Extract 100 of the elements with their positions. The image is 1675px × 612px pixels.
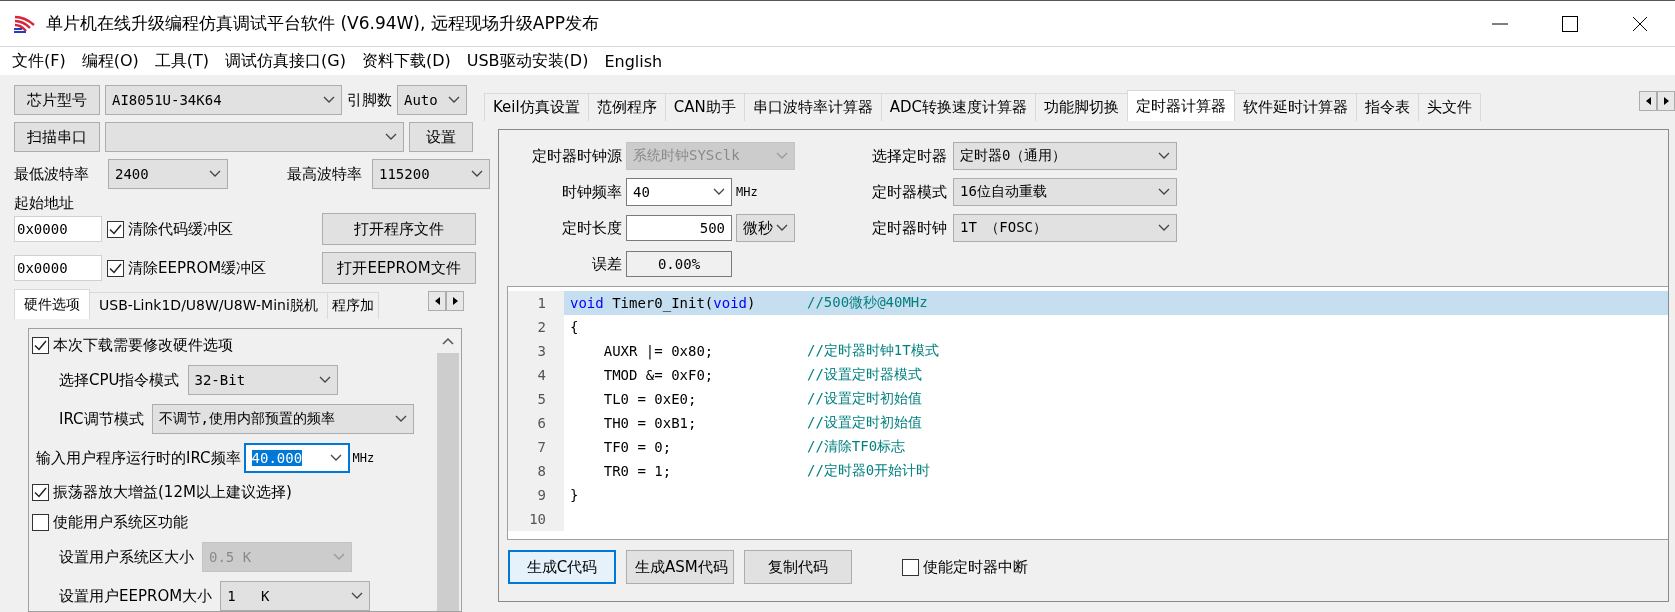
max-baud-select[interactable]: 115200 (372, 159, 490, 189)
port-select[interactable] (105, 122, 404, 152)
settings-button[interactable]: 设置 (409, 122, 473, 152)
option-label: 设置用户系统区大小 (59, 547, 194, 567)
line-number: 3 (508, 339, 564, 363)
chip-model-button[interactable]: 芯片型号 (14, 85, 100, 115)
action-button[interactable]: 生成C代码 (508, 550, 616, 584)
code-line: TMOD &= 0xF0; (602, 367, 715, 383)
maximize-icon (1562, 15, 1578, 32)
tab[interactable]: 程序加 (326, 292, 379, 319)
clear-buffer-checkbox[interactable]: 清除EEPROM缓冲区 (107, 258, 267, 278)
menu-item[interactable]: English (596, 51, 671, 71)
frequency-combo[interactable]: 40 (626, 178, 732, 206)
line-number: 4 (508, 363, 564, 387)
line-number: 10 (508, 507, 564, 531)
code-comment: //定时器0开始计时 (807, 462, 931, 480)
unit-select[interactable]: 微秒 (736, 214, 795, 242)
action-button[interactable]: 生成ASM代码 (626, 550, 734, 584)
field-label: 时钟频率 (561, 182, 622, 202)
menu-item[interactable]: USB驱动安装(D) (458, 50, 597, 72)
clear-buffer-checkbox[interactable]: 清除代码缓冲区 (107, 219, 233, 239)
field-label: 定时长度 (561, 218, 622, 238)
option-checkbox[interactable]: 振荡器放大增益(12M以上建议选择) (32, 483, 292, 502)
tab[interactable]: 硬件选项 (14, 289, 90, 319)
code-comment: //500微秒@40MHz (807, 294, 928, 312)
frequency-combo[interactable]: 40.000 (243, 443, 350, 473)
code-line: { (570, 319, 580, 335)
line-number: 1 (508, 291, 564, 315)
app-logo-icon (12, 13, 36, 34)
code-line: } (570, 487, 580, 503)
code-line: AUXR |= 0x80; (602, 343, 715, 359)
field-label: 误差 (591, 254, 622, 274)
error-readout: 0.00% (626, 251, 732, 277)
timer-interrupt-checkbox[interactable]: 使能定时器中断 (902, 557, 1028, 577)
duration-input[interactable]: 500 (626, 215, 732, 241)
option-label: IRC调节模式 (59, 409, 144, 429)
open-file-button[interactable]: 打开EEPROM文件 (322, 252, 476, 284)
option-select[interactable]: 1 K (220, 581, 371, 611)
scroll-left-button[interactable] (1639, 91, 1657, 111)
code-comment: //设置定时初始值 (807, 414, 922, 432)
option-label: 选择CPU指令模式 (59, 370, 180, 390)
scroll-right-button[interactable] (1657, 91, 1675, 111)
scan-port-button[interactable]: 扫描串口 (14, 122, 100, 152)
min-baud-select[interactable]: 2400 (108, 159, 228, 189)
chevron-down-icon (776, 152, 788, 160)
menu-item[interactable]: 工具(T) (146, 50, 218, 72)
code-line: void Timer0_Init(void) (570, 295, 757, 311)
unit-label: MHz (352, 451, 375, 465)
chevron-down-icon (394, 415, 407, 423)
tab[interactable]: Keil仿真设置 (484, 93, 589, 121)
triangle-right-icon (452, 297, 458, 305)
field-label: 定时器时钟源 (531, 146, 622, 166)
option-select[interactable]: 32-Bit (187, 365, 338, 395)
address-input[interactable]: 0x0000 (14, 255, 102, 281)
scroll-left-button[interactable] (428, 291, 446, 311)
min-baud-label: 最低波特率 (14, 164, 90, 184)
triangle-left-icon (1645, 97, 1651, 105)
chevron-down-icon (776, 224, 788, 232)
max-baud-label: 最高波特率 (286, 164, 363, 184)
chip-model-select[interactable]: AI8051U-34K64 (105, 85, 342, 115)
window-title: 单片机在线升级编程仿真调试平台软件 (V6.94W), 远程现场升级APP发布 (46, 12, 600, 35)
tab[interactable]: 头文件 (1417, 93, 1481, 121)
chevron-down-icon (323, 96, 335, 104)
menu-item[interactable]: 资料下载(D) (353, 50, 459, 72)
code-line: TR0 = 1; (602, 463, 673, 479)
minimize-icon (1492, 22, 1508, 25)
option-checkbox[interactable]: 本次下载需要修改硬件选项 (32, 336, 233, 355)
pin-count-select[interactable]: Auto (397, 85, 467, 115)
triangle-left-icon (434, 297, 440, 305)
line-number: 2 (508, 315, 564, 339)
menu-item[interactable]: 调试仿真接口(G) (217, 50, 354, 72)
scroll-right-button[interactable] (446, 291, 464, 311)
option-checkbox[interactable]: 使能用户系统区功能 (32, 513, 188, 532)
chevron-down-icon (329, 454, 342, 462)
open-file-button[interactable]: 打开程序文件 (322, 213, 476, 245)
chevron-up-icon (442, 337, 454, 345)
code-line: TF0 = 0; (602, 439, 673, 455)
timer-select[interactable]: 定时器0（通用） (953, 142, 1177, 170)
chevron-down-icon (318, 376, 331, 384)
field-label: 定时器模式 (871, 182, 947, 202)
checkmark-icon (34, 340, 47, 351)
checkmark-icon (109, 262, 122, 274)
chevron-down-icon (1158, 152, 1170, 160)
pin-count-label: 引脚数 (347, 90, 392, 110)
code-comment: //设置定时器模式 (807, 366, 922, 384)
checkmark-icon (34, 487, 47, 498)
menu-item[interactable]: 编程(O) (73, 50, 147, 72)
tab[interactable]: 定时器计算器 (1126, 90, 1235, 121)
chevron-down-icon (333, 553, 345, 561)
address-input[interactable]: 0x0000 (14, 216, 102, 242)
code-editor[interactable]: 1 void Timer0_Init(void) //500微秒@40MHz 2 { 3 AUXR |= 0x80; //定时器时钟1T模式 4 TMOD &= 0xF0; //设置定时器模式 5 TL0 = 0xE0; //设置定时初始值 6 TH0 = 0xB1; //设置定时初始值 7 TF0 = 0; //清除TF0标志 8 TR0 = 1; //定时器0开始计时 9 } 10 (507, 286, 1668, 540)
option-select[interactable]: 不调节,使用内部预置的频率 (151, 404, 414, 434)
timer-select[interactable]: 1T （FOSC） (953, 214, 1177, 242)
timer-select[interactable]: 16位自动重载 (953, 178, 1177, 206)
chevron-down-icon (209, 170, 221, 178)
line-number: 8 (508, 459, 564, 483)
line-number: 6 (508, 411, 564, 435)
menu-item[interactable]: 文件(F) (4, 50, 74, 72)
action-button[interactable]: 复制代码 (744, 550, 852, 584)
code-line: TL0 = 0xE0; (602, 391, 698, 407)
